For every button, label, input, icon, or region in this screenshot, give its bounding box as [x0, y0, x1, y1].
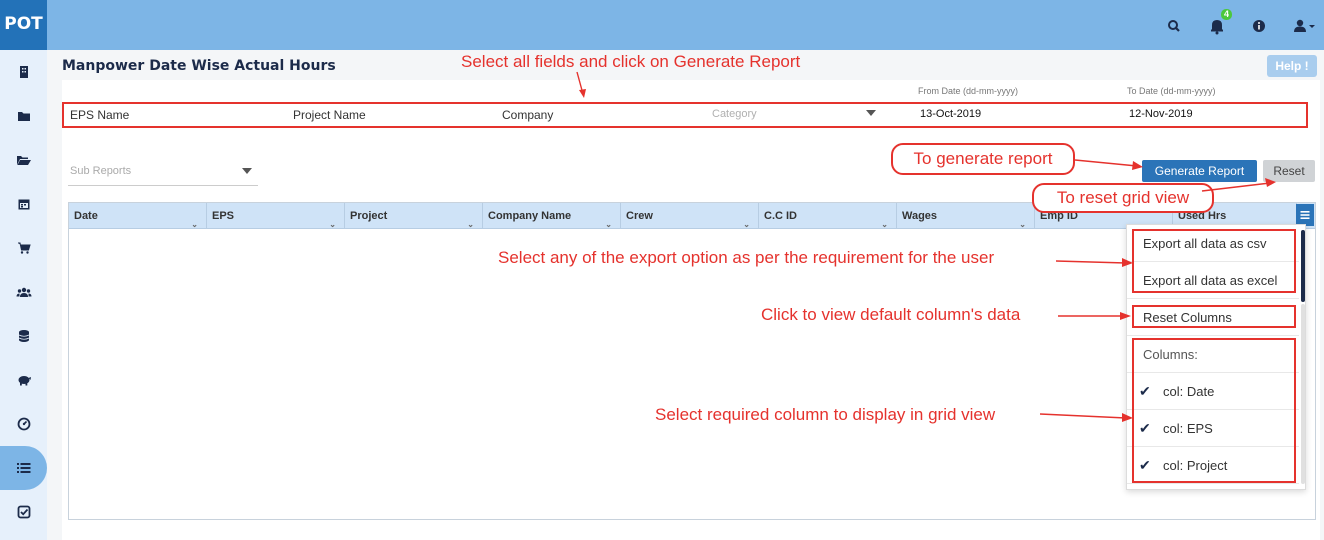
sidebar-item-users[interactable] [0, 270, 47, 314]
calendar-icon [18, 199, 29, 210]
app-logo[interactable]: POT [0, 0, 47, 50]
chevron-down-icon[interactable]: ⌄ [467, 212, 474, 238]
column-header-crew[interactable]: Crew ⌄ [621, 203, 759, 229]
help-button[interactable]: Help ! [1267, 55, 1317, 77]
users-icon [16, 287, 31, 297]
sidebar-item-tasks[interactable] [0, 490, 47, 534]
piggy-bank-icon [18, 376, 31, 386]
folder-open-icon [16, 156, 31, 165]
building-icon [19, 66, 28, 78]
column-header-wages[interactable]: Wages ⌄ [897, 203, 1035, 229]
sidebar-item-folder-open[interactable] [0, 138, 47, 182]
column-label: EPS [212, 210, 235, 222]
column-label: Crew [626, 210, 653, 222]
column-label: Project [350, 210, 388, 222]
sidebar-item-budget[interactable] [0, 358, 47, 402]
column-label: Date [74, 210, 98, 222]
annotation-export: Select any of the export option as per t… [498, 248, 995, 267]
sidebar-item-database[interactable] [0, 314, 47, 358]
check-square-icon [17, 505, 30, 519]
annotation-arrow [1040, 413, 1133, 422]
annotation-arrow [1058, 312, 1131, 320]
column-label: Wages [902, 210, 938, 222]
column-header-cc-id[interactable]: C.C ID ⌄ [759, 203, 897, 229]
sidebar-item-calendar[interactable] [0, 182, 47, 226]
dropdown-scrollbar-thumb[interactable] [1301, 230, 1305, 302]
dropdown-scrollbar-track[interactable] [1301, 304, 1305, 484]
info-icon[interactable] [1248, 15, 1270, 37]
column-list-highlight [1132, 338, 1296, 483]
to-date-label: To Date (dd-mm-yyyy) [1127, 86, 1216, 96]
page-title: Manpower Date Wise Actual Hours [62, 58, 336, 74]
annotation-arrow [1075, 159, 1143, 170]
chevron-down-icon[interactable]: ⌄ [191, 212, 198, 238]
search-icon[interactable] [1163, 15, 1185, 37]
column-header-project[interactable]: Project ⌄ [345, 203, 483, 229]
database-icon [18, 330, 29, 342]
filter-row-highlight [62, 102, 1308, 128]
reset-columns-highlight [1132, 305, 1296, 328]
column-header-company-name[interactable]: Company Name ⌄ [483, 203, 621, 229]
column-menu-button[interactable] [1296, 204, 1314, 226]
sub-reports-chevron-down-icon[interactable] [242, 168, 252, 174]
chevron-down-icon[interactable]: ⌄ [605, 212, 612, 238]
chevron-down-icon[interactable]: ⌄ [329, 212, 336, 238]
chevron-down-icon[interactable]: ⌄ [743, 212, 750, 238]
sidebar-item-buildings[interactable] [0, 50, 47, 94]
sidebar-item-cart[interactable] [0, 226, 47, 270]
annotation-select-fields: Select all fields and click on Generate … [461, 52, 801, 71]
sidebar-item-reports[interactable] [0, 446, 47, 490]
user-icon[interactable] [1290, 15, 1320, 37]
column-header-date[interactable]: Date ⌄ [69, 203, 207, 229]
folder-icon [17, 112, 30, 121]
annotation-arrow [1056, 258, 1133, 267]
menu-icon [1300, 211, 1310, 219]
annotation-reset-columns: Click to view default column's data [761, 305, 1021, 324]
annotation-select-columns: Select required column to display in gri… [655, 405, 996, 424]
top-bar [0, 0, 1324, 50]
cart-icon [17, 242, 31, 254]
column-label: Company Name [488, 210, 572, 222]
column-label: C.C ID [764, 210, 797, 222]
notification-badge: 4 [1221, 9, 1232, 20]
sidebar-item-dashboard[interactable] [0, 402, 47, 446]
from-date-label: From Date (dd-mm-yyyy) [918, 86, 1019, 96]
chevron-down-icon[interactable]: ⌄ [881, 212, 888, 238]
list-icon [16, 463, 30, 473]
column-header-eps[interactable]: EPS ⌄ [207, 203, 345, 229]
sub-reports-select[interactable]: Sub Reports [68, 160, 258, 186]
annotation-reset: To reset grid view [1032, 183, 1214, 213]
dashboard-icon [17, 417, 30, 431]
export-options-highlight [1132, 229, 1296, 293]
chevron-down-icon[interactable]: ⌄ [1019, 212, 1026, 238]
annotation-arrow [1201, 178, 1276, 192]
annotation-arrow [576, 71, 586, 98]
sidebar-item-folder[interactable] [0, 94, 47, 138]
annotation-generate: To generate report [891, 143, 1075, 175]
